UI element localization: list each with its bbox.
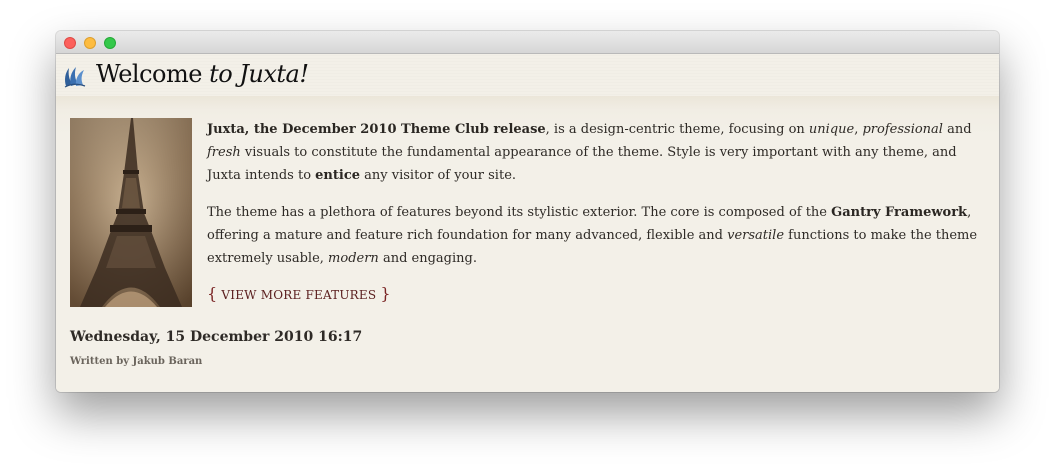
browser-window: Welcome to Juxta! Juxta, the December 20… (56, 31, 999, 392)
p2-segment: The theme has a plethora of features bey… (207, 205, 832, 220)
close-brace: } (380, 284, 391, 303)
juxta-flame-icon[interactable] (62, 64, 88, 90)
p1-segment: and (942, 122, 972, 137)
main-content: Juxta, the December 2010 Theme Club rele… (56, 96, 999, 392)
p2-segment: modern (328, 251, 379, 266)
close-window-button[interactable] (64, 37, 76, 49)
site-title-italic: to Juxta! (209, 60, 309, 88)
window-titlebar (56, 31, 999, 54)
p2-segment: and engaging. (378, 251, 477, 266)
article-body: Juxta, the December 2010 Theme Club rele… (207, 118, 985, 307)
article-paragraph-1: Juxta, the December 2010 Theme Club rele… (207, 118, 985, 187)
eiffel-tower-photo (70, 118, 192, 307)
p1-segment: entice (315, 168, 361, 183)
view-more-features-link[interactable]: { VIEW MORE FEATURES } (207, 282, 391, 307)
p1-segment: , is a design-centric theme, focusing on (545, 122, 809, 137)
article-paragraph-2: The theme has a plethora of features bey… (207, 201, 985, 270)
minimize-window-button[interactable] (84, 37, 96, 49)
open-brace: { (207, 284, 218, 303)
p2-segment: Gantry Framework (831, 205, 968, 220)
maximize-window-button[interactable] (104, 37, 116, 49)
p1-segment: professional (862, 122, 943, 137)
p1-segment: unique (808, 122, 855, 137)
site-header: Welcome to Juxta! (56, 54, 999, 96)
web-page: Welcome to Juxta! Juxta, the December 20… (56, 54, 999, 392)
p1-segment: any visitor of your site. (360, 168, 517, 183)
post-author: Written by Jakub Baran (70, 356, 203, 367)
site-title[interactable]: Welcome to Juxta! (96, 60, 309, 88)
p2-segment: versatile (727, 228, 785, 243)
p1-segment: fresh (207, 145, 241, 160)
p1-segment: Juxta, the December 2010 Theme Club rele… (207, 122, 546, 137)
view-more-features-label: VIEW MORE FEATURES (221, 288, 377, 302)
post-date: Wednesday, 15 December 2010 16:17 (70, 329, 363, 345)
site-title-plain: Welcome (96, 60, 210, 88)
